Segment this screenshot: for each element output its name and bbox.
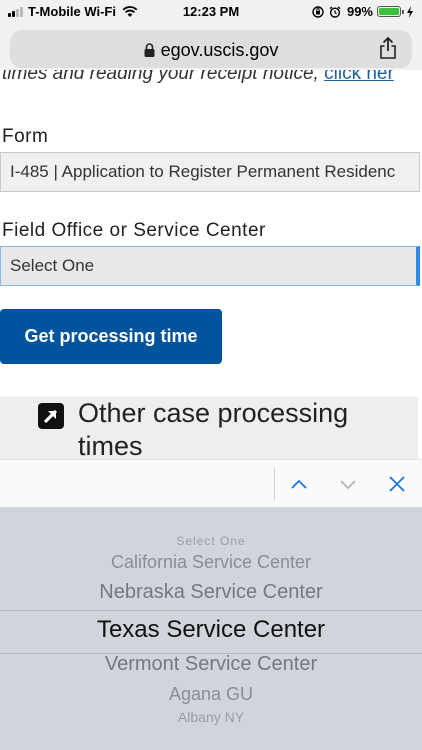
receipt-instructions: times and reading your receipt notice, c…	[2, 70, 422, 92]
chevron-down-icon	[340, 480, 356, 490]
battery-percentage: 99%	[346, 4, 373, 19]
url-text: egov.uscis.gov	[160, 40, 279, 60]
toolbar-divider	[274, 468, 275, 500]
picker-option[interactable]: Nebraska Service Center	[0, 581, 422, 604]
status-right: 99%	[307, 4, 414, 19]
charging-bolt-icon	[407, 5, 413, 18]
close-icon	[389, 476, 405, 492]
share-icon[interactable]	[378, 36, 398, 60]
address-bar[interactable]: egov.uscis.gov	[10, 30, 412, 68]
form-select[interactable]: I-485 | Application to Register Permanen…	[0, 152, 420, 192]
battery-cap	[402, 9, 404, 14]
form-label: Form	[2, 126, 49, 147]
orientation-lock-icon	[312, 5, 324, 18]
other-case-processing-times-label: Other case processing times	[78, 398, 349, 459]
field-office-select[interactable]: Select One	[0, 246, 420, 286]
picker-toolbar	[0, 459, 422, 507]
browser-toolbar: egov.uscis.gov	[0, 24, 422, 70]
picker-option[interactable]: Select One	[0, 534, 422, 548]
get-processing-time-button[interactable]: Get processing time	[0, 309, 222, 364]
status-bar: T-Mobile Wi-Fi 12:23 PM 99%	[0, 0, 422, 24]
picker-option-selected[interactable]: Texas Service Center	[0, 616, 422, 644]
picker-option[interactable]: California Service Center	[0, 552, 422, 573]
battery-level-fill	[379, 8, 399, 15]
click-here-link[interactable]: click her	[324, 70, 394, 84]
next-field-button[interactable]	[331, 468, 365, 500]
battery-icon	[377, 6, 401, 17]
office-picker-wheel[interactable]: Select One California Service Center Neb…	[0, 507, 422, 750]
address-bar-content: egov.uscis.gov	[10, 40, 412, 61]
chevron-up-icon	[291, 479, 307, 489]
picker-option[interactable]: Albany NY	[0, 709, 422, 725]
other-case-processing-times-link[interactable]: Other case processing times	[0, 397, 418, 459]
picker-option[interactable]: Agana GU	[0, 684, 422, 705]
field-office-label: Field Office or Service Center	[2, 220, 266, 241]
picker-option[interactable]: Vermont Service Center	[0, 653, 422, 676]
lock-icon	[144, 43, 155, 57]
alarm-icon	[329, 5, 341, 18]
done-button[interactable]	[380, 468, 414, 500]
receipt-text: times and reading your receipt notice,	[2, 70, 325, 84]
external-arrow-icon	[38, 403, 64, 429]
previous-field-button[interactable]	[282, 468, 316, 500]
